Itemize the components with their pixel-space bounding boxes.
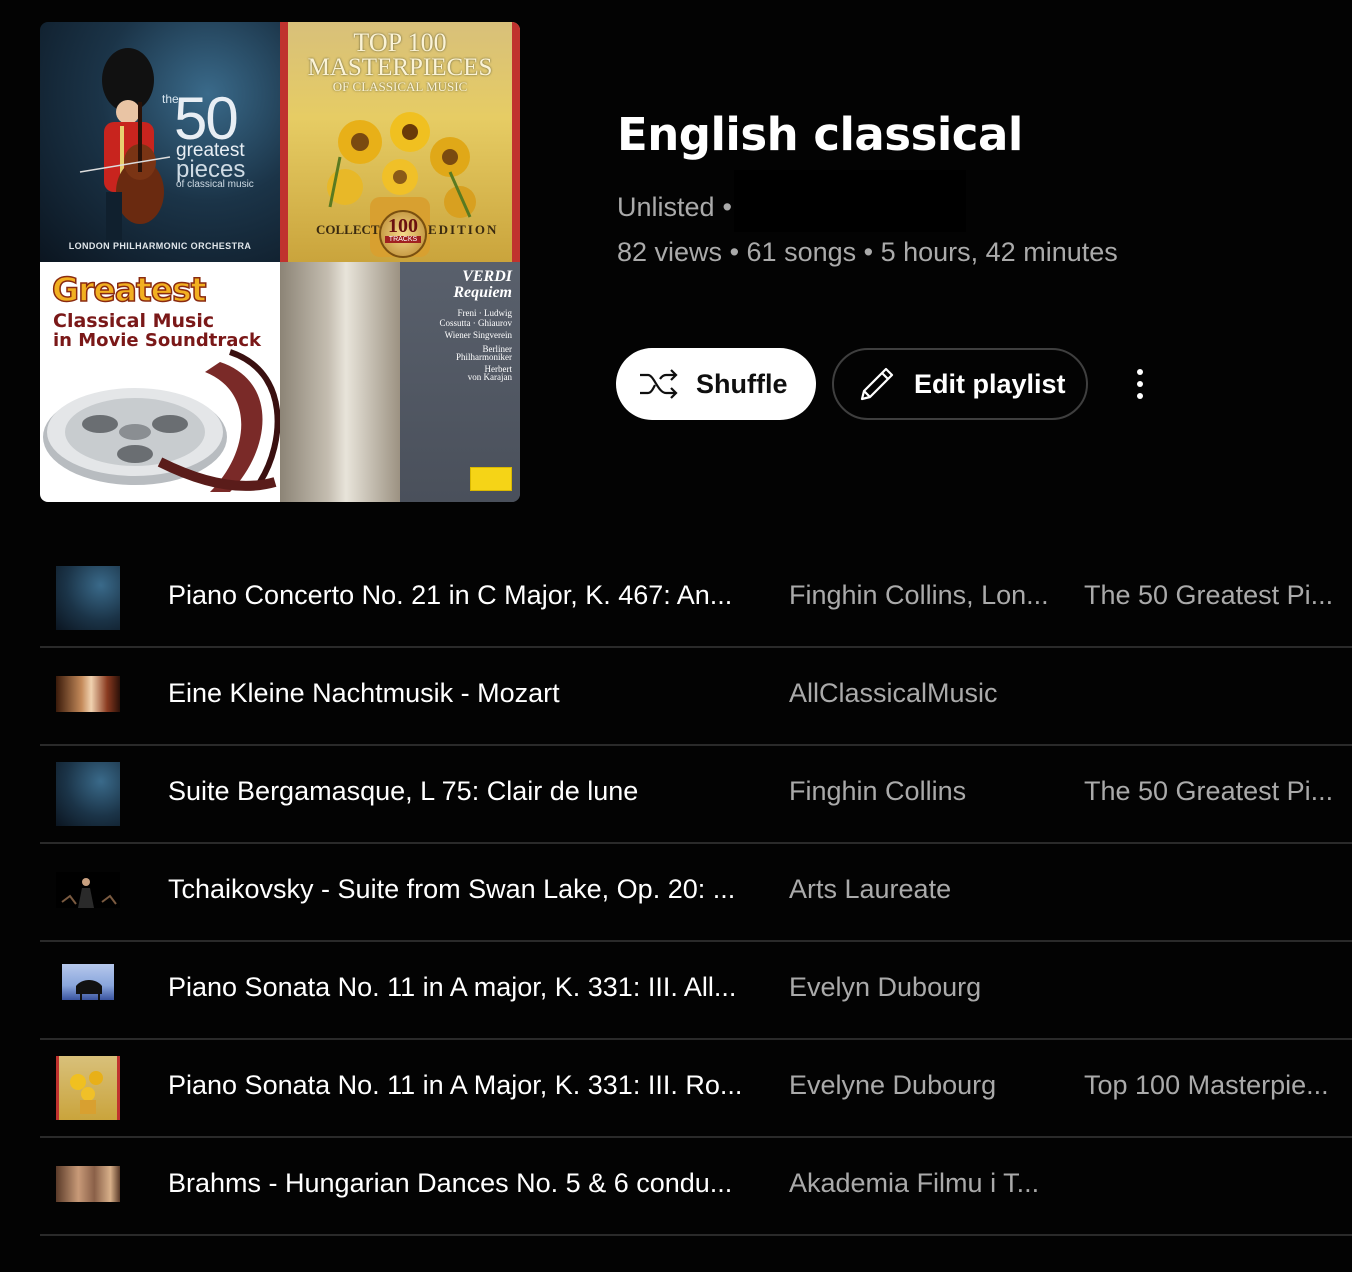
cover-text-classical-music: Classical Music: [53, 310, 215, 332]
cover-text-orchestra-2: Philharmoniker: [456, 352, 512, 362]
track-title[interactable]: Brahms - Hungarian Dances No. 5 & 6 cond…: [168, 1168, 758, 1199]
playlist-visibility-line: Unlisted •: [617, 192, 732, 223]
track-row[interactable]: Eine Kleine Nachtmusik - Mozart AllClass…: [40, 648, 1352, 746]
visibility-label: Unlisted: [617, 192, 715, 222]
cover-text-of-classical-music: OF CLASSICAL MUSIC: [332, 79, 468, 94]
redacted-owner-name: [734, 170, 966, 232]
cellist-guard-illustration: [79, 48, 171, 240]
track-row[interactable]: Brahms - Hungarian Dances No. 5 & 6 cond…: [40, 1138, 1352, 1236]
track-artist[interactable]: Akademia Filmu i T...: [789, 1168, 1051, 1199]
album-cover-top-100-masterpieces: TOP 100 MASTERPIECES OF CLASSICAL MUSIC …: [280, 22, 520, 262]
track-title[interactable]: Piano Sonata No. 11 in A major, K. 331: …: [168, 972, 758, 1003]
playlist-header: the 50 greatest pieces of classical musi…: [0, 0, 1352, 530]
cover-text-of-classical-music: of classical music: [176, 179, 254, 190]
cover-text-greatest: Greatest: [51, 269, 207, 310]
track-row[interactable]: Piano Sonata No. 11 in A major, K. 331: …: [40, 942, 1352, 1040]
track-artist[interactable]: Arts Laureate: [789, 874, 1051, 905]
track-artist[interactable]: Finghin Collins: [789, 776, 1051, 807]
track-album[interactable]: Top 100 Masterpie...: [1084, 1070, 1336, 1101]
shuffle-label: Shuffle: [696, 368, 788, 399]
track-title[interactable]: Tchaikovsky - Suite from Swan Lake, Op. …: [168, 874, 758, 905]
playlist-title: English classical: [617, 108, 1023, 161]
track-artist[interactable]: Finghin Collins, Lon...: [789, 580, 1051, 611]
track-album[interactable]: The 50 Greatest Pi...: [1084, 580, 1336, 611]
track-row[interactable]: Piano Sonata No. 11 in A Major, K. 331: …: [40, 1040, 1352, 1138]
track-row[interactable]: Piano Concerto No. 21 in C Major, K. 467…: [40, 550, 1352, 648]
cover-text-requiem: Requiem: [453, 284, 512, 301]
album-cover-greatest-classical-movie: Greatest Classical Music in Movie Soundt…: [40, 262, 280, 502]
edit-playlist-label: Edit playlist: [914, 368, 1066, 399]
cover-text-choir: Wiener Singverein: [444, 330, 512, 340]
medal-label: TRACKS: [385, 236, 421, 243]
views-count: 82 views: [617, 237, 723, 267]
more-options-icon[interactable]: [1118, 360, 1162, 408]
track-artist[interactable]: Evelyn Dubourg: [789, 972, 1051, 1003]
track-thumbnail[interactable]: [56, 1056, 120, 1120]
track-row[interactable]: Tchaikovsky - Suite from Swan Lake, Op. …: [40, 844, 1352, 942]
pencil-icon: [856, 363, 898, 405]
track-title[interactable]: Piano Sonata No. 11 in A Major, K. 331: …: [168, 1070, 758, 1101]
songs-count: 61 songs: [746, 237, 857, 267]
track-list: Piano Concerto No. 21 in C Major, K. 467…: [40, 550, 1352, 1236]
tracks-medal: 100 TRACKS: [379, 210, 427, 258]
album-cover-verdi-requiem: VERDI Requiem Freni · Ludwig Cossutta · …: [280, 262, 520, 502]
track-title[interactable]: Piano Concerto No. 21 in C Major, K. 467…: [168, 580, 758, 611]
label-logo: [470, 467, 512, 491]
album-cover-50-greatest-pieces: the 50 greatest pieces of classical musi…: [40, 22, 280, 262]
track-title[interactable]: Suite Bergamasque, L 75: Clair de lune: [168, 776, 758, 807]
medal-number: 100: [388, 215, 418, 237]
track-row[interactable]: Suite Bergamasque, L 75: Clair de lune F…: [40, 746, 1352, 844]
cover-text-soloists-1: Freni · Ludwig: [457, 308, 513, 318]
cover-text-masterpieces: MASTERPIECES: [307, 54, 493, 81]
shuffle-icon: [638, 363, 680, 405]
meta-separator: •: [729, 237, 740, 267]
cover-text-soloists-2: Cossutta · Ghiaurov: [439, 318, 513, 328]
total-duration: 5 hours, 42 minutes: [880, 237, 1118, 267]
track-thumbnail[interactable]: [62, 964, 114, 1000]
cover-text-orchestra: LONDON PHILHARMONIC ORCHESTRA: [68, 241, 252, 251]
meta-separator: •: [863, 237, 874, 267]
film-reel-illustration: [43, 349, 280, 492]
track-artist[interactable]: AllClassicalMusic: [789, 678, 1051, 709]
meta-separator: •: [722, 192, 732, 222]
track-thumbnail[interactable]: [56, 566, 120, 630]
edit-playlist-button[interactable]: Edit playlist: [832, 348, 1088, 420]
playlist-cover-collage: the 50 greatest pieces of classical musi…: [40, 22, 520, 502]
track-album[interactable]: The 50 Greatest Pi...: [1084, 776, 1336, 807]
track-thumbnail[interactable]: [56, 676, 120, 712]
track-thumbnail[interactable]: [56, 762, 120, 826]
cover-text-conductor-2: von Karajan: [467, 372, 512, 382]
track-thumbnail[interactable]: [56, 872, 120, 908]
track-title[interactable]: Eine Kleine Nachtmusik - Mozart: [168, 678, 758, 709]
track-artist[interactable]: Evelyne Dubourg: [789, 1070, 1051, 1101]
cover-text-edition: EDITION: [428, 222, 499, 237]
statue-photo: [280, 262, 400, 502]
playlist-stats-line: 82 views • 61 songs • 5 hours, 42 minute…: [617, 237, 1118, 268]
track-thumbnail[interactable]: [56, 1166, 120, 1202]
shuffle-button[interactable]: Shuffle: [616, 348, 816, 420]
